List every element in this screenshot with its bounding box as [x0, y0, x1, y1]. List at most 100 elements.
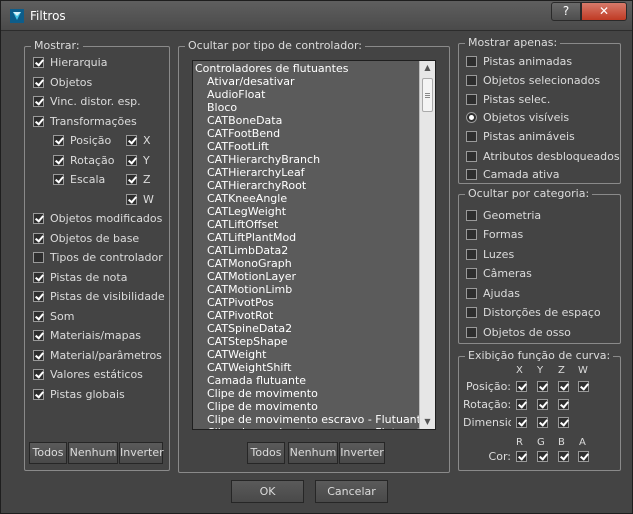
- mostrar-inverter-button[interactable]: Inverter: [119, 442, 164, 464]
- curva-cor-a[interactable]: [578, 451, 589, 462]
- checkbox-box[interactable]: [466, 229, 477, 240]
- curva-rotacao-z[interactable]: [558, 399, 569, 410]
- list-item[interactable]: CATLimbData2: [193, 244, 419, 257]
- checkbox-box[interactable]: [33, 252, 44, 263]
- cancel-button[interactable]: Cancelar: [315, 480, 388, 503]
- mostrar-nenhum-button[interactable]: Nenhum: [68, 442, 118, 464]
- checkbox-box[interactable]: [33, 213, 44, 224]
- checkbox-box[interactable]: [466, 327, 477, 338]
- list-item[interactable]: CATKneeAngle: [193, 192, 419, 205]
- checkbox-pistas-de-visibilidade[interactable]: Pistas de visibilidade: [33, 289, 165, 304]
- checkbox-box[interactable]: [466, 249, 477, 260]
- checkbox-box[interactable]: [33, 77, 44, 88]
- checkbox-box[interactable]: [33, 330, 44, 341]
- checkbox-w[interactable]: W: [126, 192, 154, 207]
- checkbox-objetos-de-osso[interactable]: Objetos de osso: [466, 325, 571, 340]
- curva-posicao-x[interactable]: [516, 381, 527, 392]
- curva-posicao-w[interactable]: [578, 381, 589, 392]
- mostrar-todos-button[interactable]: Todos: [29, 442, 67, 464]
- help-button[interactable]: ?: [551, 2, 581, 21]
- checkbox-tipos-de-controlador[interactable]: Tipos de controlador: [33, 250, 163, 265]
- checkbox-distorcoes-de-espaco[interactable]: Distorções de espaço: [466, 305, 601, 320]
- checkbox-geometria[interactable]: Geometria: [466, 208, 541, 223]
- list-item[interactable]: CATMotionLimb: [193, 283, 419, 296]
- curva-posicao-y[interactable]: [537, 381, 548, 392]
- checkbox-box[interactable]: [126, 194, 137, 205]
- list-item[interactable]: CATHierarchyLeaf: [193, 166, 419, 179]
- checkbox-x[interactable]: X: [126, 133, 151, 148]
- list-item[interactable]: CATHierarchyRoot: [193, 179, 419, 192]
- list-item[interactable]: CATSpineData2: [193, 322, 419, 335]
- checkbox-box[interactable]: [466, 94, 477, 105]
- list-item[interactable]: AudioFloat: [193, 88, 419, 101]
- list-item[interactable]: Clipe de movimento escravo - Flutuante: [193, 413, 419, 426]
- list-item[interactable]: CATWeight: [193, 348, 419, 361]
- curva-rotacao-y[interactable]: [537, 399, 548, 410]
- checkbox-box[interactable]: [33, 57, 44, 68]
- list-item[interactable]: CATStepShape: [193, 335, 419, 348]
- checkbox-box[interactable]: [33, 116, 44, 127]
- checkbox-objetos-modificados[interactable]: Objetos modificados: [33, 211, 162, 226]
- checkbox-transformacoes[interactable]: Transformações: [33, 114, 137, 129]
- checkbox-box[interactable]: [466, 56, 477, 67]
- list-item[interactable]: Clipe de movimento: [193, 387, 419, 400]
- checkbox-box[interactable]: [466, 151, 477, 162]
- checkbox-objetos-selecionados[interactable]: Objetos selecionados: [466, 73, 600, 88]
- ocultar-todos-button[interactable]: Todos: [247, 442, 285, 464]
- checkbox-box[interactable]: [466, 169, 477, 180]
- checkbox-box[interactable]: [33, 291, 44, 302]
- checkbox-y[interactable]: Y: [126, 153, 150, 168]
- checkbox-hierarquia[interactable]: Hierarquia: [33, 55, 107, 70]
- checkbox-box[interactable]: [33, 272, 44, 283]
- checkbox-pistas-selec[interactable]: Pistas selec.: [466, 92, 550, 107]
- checkbox-formas[interactable]: Formas: [466, 227, 523, 242]
- checkbox-som[interactable]: Som: [33, 309, 74, 324]
- list-item[interactable]: CATFootBend: [193, 127, 419, 140]
- checkbox-box[interactable]: [33, 233, 44, 244]
- list-scrollbar[interactable]: ▲ ▼: [419, 61, 435, 429]
- list-item[interactable]: CATFootLift: [193, 140, 419, 153]
- checkbox-posicao[interactable]: Posição: [53, 133, 111, 148]
- checkbox-z[interactable]: Z: [126, 172, 151, 187]
- title-bar[interactable]: Filtros ? ✕: [1, 1, 632, 31]
- checkbox-pistas-animadas[interactable]: Pistas animadas: [466, 54, 572, 69]
- checkbox-cameras[interactable]: Câmeras: [466, 266, 532, 281]
- checkbox-box[interactable]: [466, 268, 477, 279]
- checkbox-box[interactable]: [466, 210, 477, 221]
- list-item[interactable]: CATMotionLayer: [193, 270, 419, 283]
- checkbox-rotacao[interactable]: Rotação: [53, 153, 114, 168]
- checkbox-escala[interactable]: Escala: [53, 172, 105, 187]
- checkbox-box[interactable]: [53, 155, 64, 166]
- close-button[interactable]: ✕: [581, 2, 627, 21]
- checkbox-objetos-de-base[interactable]: Objetos de base: [33, 231, 139, 246]
- checkbox-pistas-globais[interactable]: Pistas globais: [33, 387, 125, 402]
- list-item[interactable]: Bloco: [193, 101, 419, 114]
- scroll-down-arrow-icon[interactable]: ▼: [420, 415, 435, 429]
- list-item[interactable]: Clipe de movimento: [193, 400, 419, 413]
- scroll-thumb[interactable]: [422, 78, 433, 112]
- checkbox-materiais-mapas[interactable]: Materiais/mapas: [33, 328, 141, 343]
- scroll-up-arrow-icon[interactable]: ▲: [420, 61, 435, 75]
- curva-dimensionar-y[interactable]: [537, 417, 548, 428]
- list-item[interactable]: CATLiftPlantMod: [193, 231, 419, 244]
- checkbox-ajudas[interactable]: Ajudas: [466, 286, 520, 301]
- curva-cor-b[interactable]: [558, 451, 569, 462]
- curva-dimensionar-z[interactable]: [558, 417, 569, 428]
- list-item[interactable]: CATPivotRot: [193, 309, 419, 322]
- radio-objetos-visiveis[interactable]: Objetos visíveis: [466, 110, 569, 125]
- list-item[interactable]: Ativar/desativar: [193, 75, 419, 88]
- checkbox-box[interactable]: [33, 350, 44, 361]
- checkbox-box[interactable]: [466, 75, 477, 86]
- controller-type-list[interactable]: Controladores de flutuantes Ativar/desati…: [192, 60, 436, 430]
- list-item[interactable]: CATLegWeight: [193, 205, 419, 218]
- checkbox-pistas-de-nota[interactable]: Pistas de nota: [33, 270, 127, 285]
- checkbox-vinc-distor-esp[interactable]: Vinc. distor. esp.: [33, 94, 141, 109]
- curva-dimensionar-x[interactable]: [516, 417, 527, 428]
- checkbox-box[interactable]: [33, 389, 44, 400]
- checkbox-box[interactable]: [126, 155, 137, 166]
- checkbox-box[interactable]: [466, 131, 477, 142]
- checkbox-box[interactable]: [466, 307, 477, 318]
- checkbox-atributos-desbloqueados[interactable]: Atributos desbloqueados: [466, 149, 620, 164]
- checkbox-box[interactable]: [33, 96, 44, 107]
- checkbox-box[interactable]: [466, 288, 477, 299]
